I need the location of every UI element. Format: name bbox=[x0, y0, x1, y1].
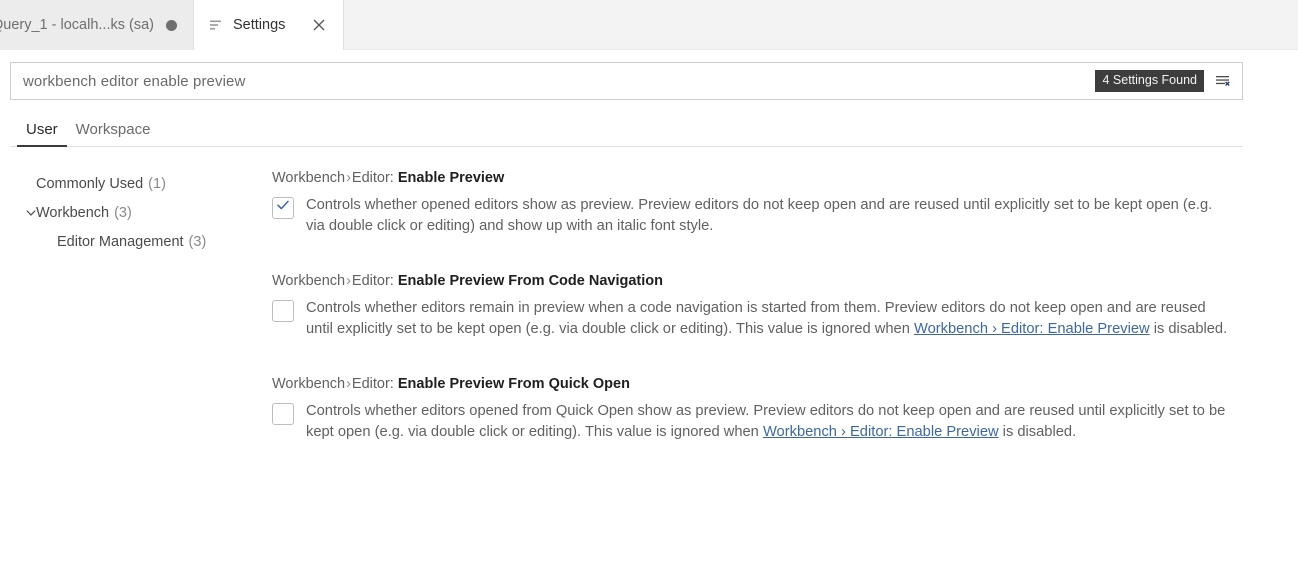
checkbox-enable-preview-from-code-navigation[interactable] bbox=[272, 299, 294, 322]
setting-key: Enable Preview From Quick Open bbox=[397, 375, 630, 392]
toc-item-workbench-count: (3) bbox=[114, 204, 132, 221]
setting-description-link[interactable]: Workbench › Editor: Enable Preview bbox=[763, 424, 999, 440]
setting-category: Workbench bbox=[272, 375, 346, 392]
close-icon[interactable] bbox=[309, 15, 329, 35]
settings-table-of-contents: Commonly Used (1) Workbench (3) Editor M… bbox=[0, 169, 265, 478]
settings-search-row: workbench editor enable preview 4 Settin… bbox=[0, 50, 1298, 100]
setting-description-text-tail: is disabled. bbox=[998, 423, 1077, 440]
toc-item-editor-management[interactable]: Editor Management (3) bbox=[10, 227, 265, 256]
breadcrumb-separator-icon: › bbox=[346, 375, 351, 392]
checkmark-icon bbox=[275, 197, 291, 218]
settings-scope-tabs: User Workspace bbox=[10, 113, 1243, 147]
setting-control-row: Controls whether opened editors show as … bbox=[272, 195, 1258, 237]
dirty-indicator-dot[interactable] bbox=[165, 19, 177, 31]
tab-user[interactable]: User bbox=[17, 121, 67, 147]
setting-description: Controls whether opened editors show as … bbox=[306, 195, 1231, 237]
search-input[interactable]: workbench editor enable preview bbox=[23, 73, 1095, 90]
checkbox-enable-preview-from-quick-open[interactable] bbox=[272, 402, 294, 425]
setting-category: Workbench bbox=[272, 272, 346, 289]
setting-key: Enable Preview From Code Navigation bbox=[397, 272, 663, 289]
toc-item-editor-management-count: (3) bbox=[188, 233, 207, 250]
breadcrumb-separator-icon: › bbox=[346, 272, 351, 289]
editor-tab-settings[interactable]: Settings bbox=[193, 0, 345, 50]
editor-tab-query[interactable]: Query_1 - localh...ks (sa) bbox=[0, 0, 194, 50]
setting-title: Workbench›Editor: Enable Preview From Qu… bbox=[272, 375, 1258, 394]
checkbox-enable-preview[interactable] bbox=[272, 196, 294, 219]
toc-item-commonly-used-count: (1) bbox=[148, 175, 166, 192]
settings-list: Workbench›Editor: Enable Preview Control… bbox=[265, 169, 1298, 478]
breadcrumb-separator-icon: › bbox=[346, 170, 351, 186]
chevron-down-icon[interactable] bbox=[24, 206, 38, 220]
setting-description-link[interactable]: Workbench › Editor: Enable Preview bbox=[914, 321, 1150, 337]
tab-workspace[interactable]: Workspace bbox=[67, 121, 160, 146]
toc-item-workbench-label: Workbench bbox=[36, 204, 110, 221]
editor-tab-settings-label: Settings bbox=[232, 17, 286, 33]
setting-control-row: Controls whether editors remain in previ… bbox=[272, 298, 1258, 340]
editor-tab-bar: Query_1 - localh...ks (sa) Settings bbox=[0, 0, 1298, 50]
toc-item-commonly-used[interactable]: Commonly Used (1) bbox=[10, 169, 265, 198]
clear-settings-search-icon[interactable] bbox=[1210, 68, 1236, 94]
setting-item-enable-preview-from-code-navigation: Workbench›Editor: Enable Preview From Co… bbox=[272, 272, 1258, 340]
setting-group: Editor: bbox=[351, 170, 394, 186]
setting-group: Editor: bbox=[351, 272, 394, 289]
setting-description: Controls whether editors opened from Qui… bbox=[306, 401, 1231, 443]
setting-category: Workbench bbox=[272, 170, 346, 186]
settings-search-box[interactable]: workbench editor enable preview 4 Settin… bbox=[10, 62, 1243, 100]
toc-item-editor-management-label: Editor Management bbox=[57, 233, 184, 250]
setting-group: Editor: bbox=[351, 375, 394, 392]
setting-item-enable-preview-from-quick-open: Workbench›Editor: Enable Preview From Qu… bbox=[272, 375, 1258, 443]
setting-description-text-tail: is disabled. bbox=[1149, 320, 1228, 337]
setting-control-row: Controls whether editors opened from Qui… bbox=[272, 401, 1258, 443]
toc-item-workbench[interactable]: Workbench (3) bbox=[10, 198, 265, 227]
setting-description: Controls whether editors remain in previ… bbox=[306, 298, 1231, 340]
editor-tab-query-label: Query_1 - localh...ks (sa) bbox=[0, 17, 154, 33]
settings-list-icon bbox=[208, 17, 224, 33]
setting-title: Workbench›Editor: Enable Preview From Co… bbox=[272, 272, 1258, 291]
setting-key: Enable Preview bbox=[397, 170, 505, 186]
toc-item-commonly-used-label: Commonly Used bbox=[36, 175, 144, 192]
setting-description-text: Controls whether opened editors show as … bbox=[306, 196, 1213, 234]
setting-title: Workbench›Editor: Enable Preview bbox=[272, 169, 1258, 188]
results-count-badge: 4 Settings Found bbox=[1095, 70, 1204, 92]
settings-body: Commonly Used (1) Workbench (3) Editor M… bbox=[0, 147, 1298, 478]
setting-item-enable-preview: Workbench›Editor: Enable Preview Control… bbox=[272, 169, 1258, 237]
